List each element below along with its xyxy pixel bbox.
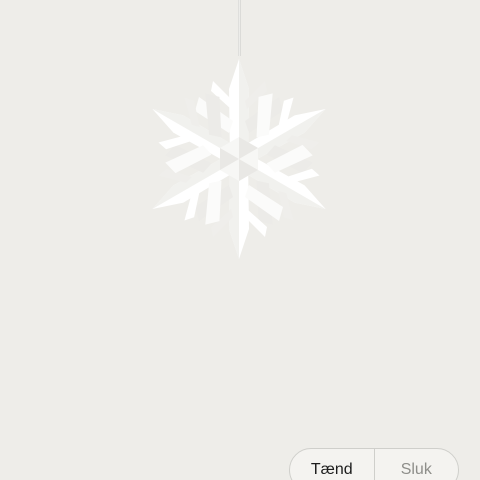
snowflake-icon [134,59,344,259]
snowflake-lamp [134,44,344,274]
turn-off-button[interactable]: Sluk [375,449,459,480]
lamp-stage: Tænd Sluk [0,0,480,480]
turn-on-button[interactable]: Tænd [290,449,375,480]
power-toggle[interactable]: Tænd Sluk [289,448,459,480]
